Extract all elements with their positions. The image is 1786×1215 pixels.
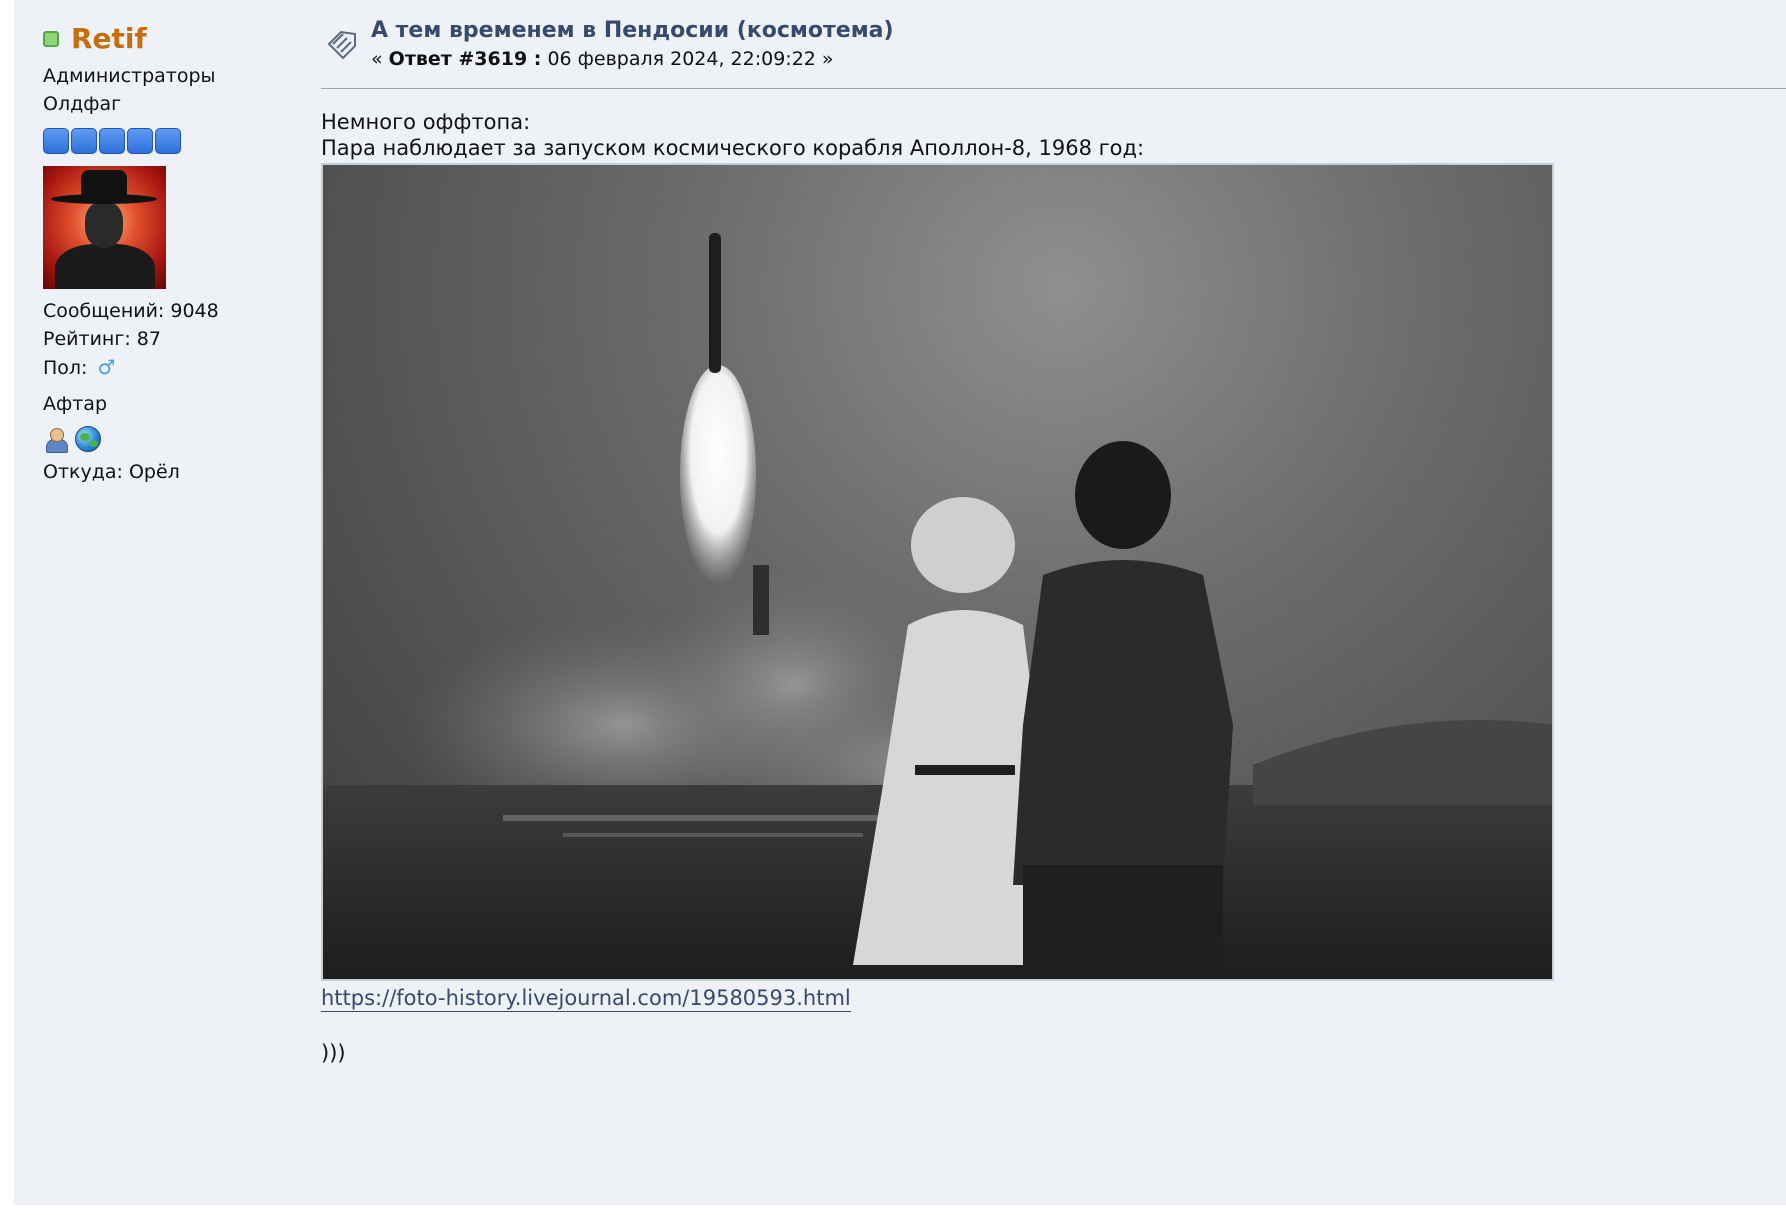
post-body: Немного оффтопа: Пара наблюдает за запус…	[321, 89, 1786, 1066]
location: Откуда: Орёл	[43, 461, 180, 483]
globe-icon[interactable]	[75, 426, 101, 452]
avatar-hat-brim	[51, 194, 157, 204]
post-content-column: А тем временем в Пендосии (космотема) « …	[321, 16, 1786, 1066]
star-icon	[43, 128, 69, 154]
rocket-launch-photo	[323, 233, 1552, 979]
post-text-line: Немного оффтопа:	[321, 110, 531, 134]
reply-number: Ответ #3619 :	[388, 48, 542, 70]
avatar-body	[55, 244, 155, 289]
post-closing-text: )))	[321, 1041, 346, 1065]
custom-title: Афтар	[43, 393, 108, 415]
post-header: А тем временем в Пендосии (космотема) « …	[321, 16, 1786, 89]
avatar-head	[85, 202, 123, 248]
poster-name-row: Retif	[43, 20, 343, 58]
gender-label: Пол:	[43, 357, 88, 379]
post-meta: « Ответ #3619 : 06 февраля 2024, 22:09:2…	[371, 48, 834, 70]
poster-info: Retif Администраторы Олдфаг Сообщений: 9…	[43, 20, 343, 486]
post-group: Олдфаг	[43, 93, 122, 115]
post-date: 06 февраля 2024, 22:09:22	[547, 48, 816, 70]
star-icon	[99, 128, 125, 154]
post-count: Сообщений: 9048	[43, 300, 219, 322]
male-gender-icon: ♂	[97, 355, 116, 379]
message-icon	[327, 30, 356, 60]
globe-land	[89, 440, 98, 447]
rating: Рейтинг: 87	[43, 328, 161, 350]
star-icon	[71, 128, 97, 154]
profile-icon-head	[50, 428, 64, 442]
post-image[interactable]	[321, 163, 1554, 981]
globe-land	[80, 433, 90, 441]
online-status-icon	[43, 31, 59, 47]
profile-icon[interactable]	[43, 426, 69, 453]
meta-prefix: «	[371, 48, 383, 70]
post-title-link[interactable]: А тем временем в Пендосии (космотема)	[371, 18, 894, 43]
source-link[interactable]: https://foto-history.livejournal.com/195…	[321, 985, 851, 1012]
rank-stars	[43, 128, 343, 154]
avatar	[43, 166, 166, 289]
post-text-line: Пара наблюдает за запуском космического …	[321, 136, 1145, 160]
star-icon	[127, 128, 153, 154]
meta-suffix: »	[821, 48, 834, 70]
member-group: Администраторы	[43, 65, 216, 87]
star-icon	[155, 128, 181, 154]
poster-name-link[interactable]: Retif	[71, 25, 147, 53]
gender-row: Пол: ♂	[43, 353, 343, 382]
post-wrapper: Retif Администраторы Олдфаг Сообщений: 9…	[14, 0, 1786, 1215]
bottom-strip	[14, 1205, 1786, 1215]
profile-icons	[43, 424, 343, 454]
